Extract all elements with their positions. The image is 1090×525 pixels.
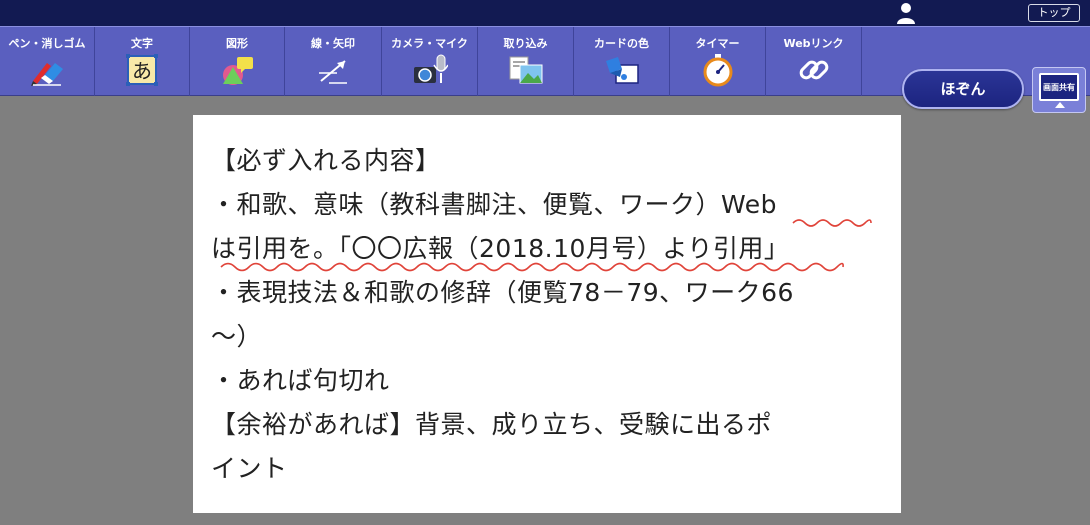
tool-label: 図形 bbox=[226, 37, 248, 50]
card-text-line: ・和歌、意味（教科書脚注、便覧、ワーク）Web bbox=[211, 190, 778, 219]
user-icon[interactable] bbox=[896, 2, 916, 24]
top-bar: トップ bbox=[0, 0, 1090, 26]
tool-label: タイマー bbox=[695, 37, 740, 50]
timer-icon bbox=[703, 54, 732, 87]
tool-label: ペン・消しゴム bbox=[8, 37, 86, 50]
card-text-line: 【必ず入れる内容】 bbox=[211, 146, 441, 175]
tool-pen-eraser[interactable]: ペン・消しゴム bbox=[0, 27, 95, 96]
tool-label: 取り込み bbox=[503, 37, 548, 50]
tool-label: カードの色 bbox=[594, 37, 649, 50]
text-icon: あ bbox=[126, 54, 158, 86]
screen-share-icon: 画面共有 bbox=[1039, 73, 1079, 101]
text-card[interactable]: 【必ず入れる内容】 ・和歌、意味（教科書脚注、便覧、ワーク）Web は引用を。「… bbox=[193, 115, 901, 513]
card-text-line: ・あれば句切れ bbox=[211, 366, 390, 395]
tool-import[interactable]: 取り込み bbox=[478, 27, 574, 96]
card-text-line: 【余裕があれば】背景、成り立ち、受験に出るポ bbox=[211, 410, 773, 439]
tool-text[interactable]: 文字 あ bbox=[95, 27, 190, 96]
camera-mic-icon bbox=[413, 54, 448, 83]
text-icon-glyph: あ bbox=[132, 59, 152, 83]
card-text-line: は引用を。「〇〇広報（2018.10月号）より引用」 bbox=[211, 234, 790, 263]
card-text-line: ～） bbox=[211, 322, 263, 351]
top-button[interactable]: トップ bbox=[1028, 4, 1080, 22]
tool-label: 線・矢印 bbox=[311, 37, 355, 50]
pen-eraser-icon bbox=[31, 63, 63, 86]
card-text-line: ・表現技法＆和歌の修辞（便覧78－79、ワーク66 bbox=[211, 278, 794, 307]
tool-camera-mic[interactable]: カメラ・マイク bbox=[382, 27, 478, 96]
tool-card-color[interactable]: カードの色 bbox=[574, 27, 670, 96]
tool-label: 文字 bbox=[131, 37, 153, 50]
save-button[interactable]: ほぞん bbox=[902, 69, 1024, 109]
tool-label: Webリンク bbox=[783, 37, 844, 50]
tool-web-link[interactable]: Webリンク bbox=[766, 27, 862, 96]
card-text-line: イント bbox=[211, 454, 288, 483]
tool-label: カメラ・マイク bbox=[391, 37, 468, 50]
tool-line-arrow[interactable]: 線・矢印 bbox=[285, 27, 382, 96]
import-icon bbox=[509, 56, 542, 84]
line-arrow-icon bbox=[319, 60, 347, 84]
tool-shape[interactable]: 図形 bbox=[190, 27, 285, 96]
tool-timer[interactable]: タイマー bbox=[670, 27, 766, 96]
screen-share-label: 画面共有 bbox=[1043, 83, 1075, 92]
card-color-icon bbox=[605, 57, 639, 84]
screen-share-button[interactable]: 画面共有 bbox=[1032, 67, 1086, 113]
shape-icon bbox=[223, 57, 253, 85]
toolbar: ペン・消しゴム 文字 あ 図形 線・矢印 カメラ・マイク 取り込み カードの色 … bbox=[0, 26, 1090, 113]
web-link-icon bbox=[799, 60, 828, 80]
screen-stand-icon bbox=[1055, 102, 1065, 108]
